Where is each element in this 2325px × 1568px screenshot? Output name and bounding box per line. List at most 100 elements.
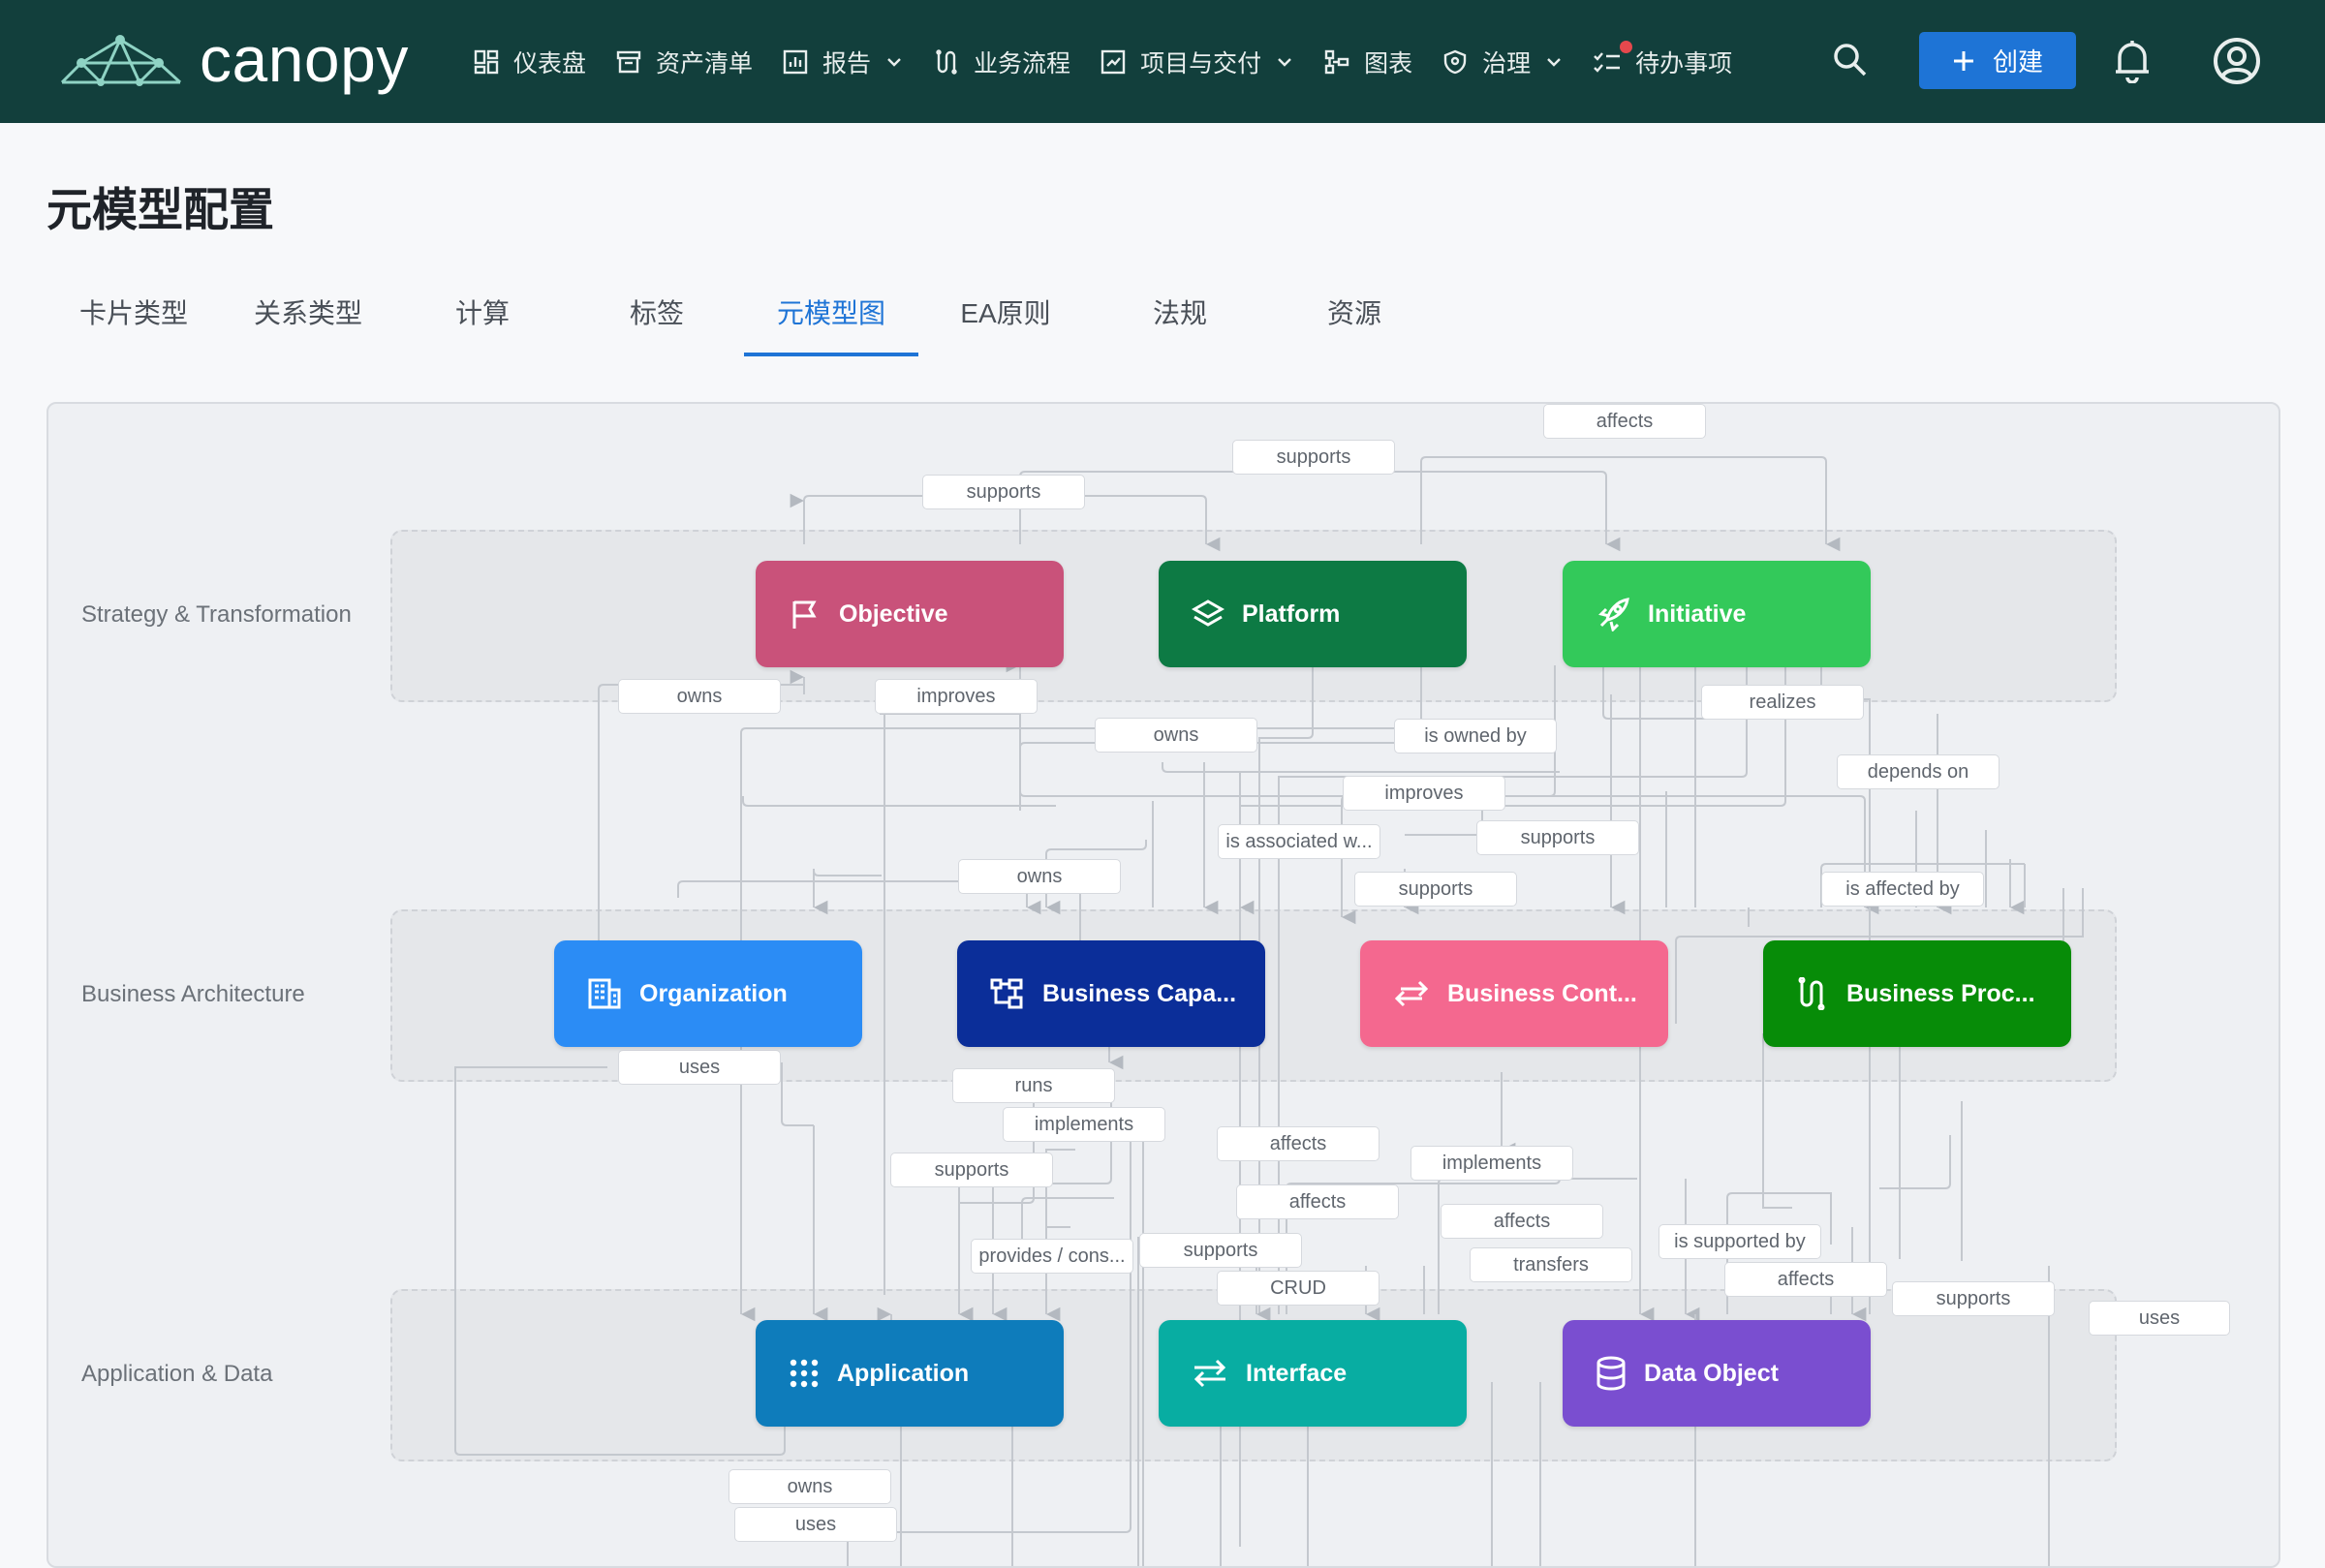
edge-label[interactable]: supports — [1892, 1281, 2055, 1316]
database-icon — [1596, 1356, 1626, 1391]
edge-label[interactable]: depends on — [1837, 754, 2000, 789]
node-label: Interface — [1246, 1359, 1348, 1387]
edge-label[interactable]: uses — [618, 1050, 781, 1085]
edge-label[interactable]: implements — [1410, 1146, 1573, 1181]
create-button[interactable]: 创建 — [1919, 32, 2076, 89]
edge-label[interactable]: implements — [1003, 1107, 1165, 1142]
tab-metamodel-graph[interactable]: 元模型图 — [744, 292, 918, 331]
canopy-logo-icon — [60, 35, 182, 86]
edge-label[interactable]: runs — [952, 1068, 1115, 1103]
node-platform[interactable]: Platform — [1159, 561, 1467, 667]
edge-label[interactable]: affects — [1441, 1204, 1603, 1239]
tab-tags[interactable]: 标签 — [570, 292, 744, 331]
node-organization[interactable]: Organization — [554, 940, 862, 1047]
metamodel-canvas[interactable]: Strategy & Transformation Business Archi… — [46, 402, 2280, 1568]
edge-label[interactable]: supports — [1139, 1233, 1302, 1268]
edge-label[interactable]: realizes — [1701, 685, 1864, 720]
edge-label[interactable]: supports — [922, 475, 1085, 509]
node-label: Objective — [839, 600, 948, 628]
nav-label: 业务流程 — [974, 49, 1071, 77]
nav-inventory[interactable]: 资产清单 — [615, 45, 753, 79]
archive-icon — [616, 50, 641, 73]
node-objective[interactable]: Objective — [756, 561, 1064, 667]
process-icon — [936, 48, 957, 75]
edge-label[interactable]: improves — [875, 679, 1038, 714]
diagram-icon — [1324, 49, 1349, 74]
edge-label[interactable]: improves — [1343, 776, 1505, 811]
todo-icon — [1594, 51, 1621, 73]
user-menu-button[interactable] — [2213, 37, 2261, 90]
nav-governance[interactable]: 治理 — [1442, 45, 1564, 79]
notification-dot — [1620, 40, 1633, 53]
edge-label[interactable]: supports — [1476, 820, 1639, 855]
building-icon — [588, 978, 621, 1009]
chevron-down-icon — [1278, 57, 1291, 67]
edge-label[interactable]: is associated w... — [1218, 824, 1380, 859]
nav-label: 治理 — [1482, 49, 1532, 77]
edge-label[interactable]: is supported by — [1658, 1224, 1821, 1259]
edge-label[interactable]: affects — [1236, 1184, 1399, 1219]
tab-card-types[interactable]: 卡片类型 — [46, 292, 221, 331]
project-icon — [1100, 49, 1126, 74]
edge-label[interactable]: owns — [728, 1469, 891, 1504]
nav-business-process[interactable]: 业务流程 — [933, 45, 1070, 79]
edge-label[interactable]: supports — [890, 1153, 1053, 1187]
edge-label[interactable]: is affected by — [1821, 872, 1984, 907]
tab-relation-types[interactable]: 关系类型 — [221, 292, 395, 331]
edge-label[interactable]: affects — [1217, 1126, 1380, 1161]
edge-label[interactable]: provides / cons... — [971, 1239, 1133, 1274]
tab-resources[interactable]: 资源 — [1267, 292, 1442, 331]
notifications-button[interactable] — [2114, 39, 2151, 88]
node-label: Business Proc... — [1846, 979, 2035, 1007]
nav-label: 报告 — [822, 49, 872, 77]
node-business-context[interactable]: Business Cont... — [1360, 940, 1668, 1047]
edge-label[interactable]: supports — [1354, 872, 1517, 907]
nav-label: 仪表盘 — [513, 49, 587, 77]
bell-icon — [2116, 41, 2149, 84]
edge-label[interactable]: owns — [1095, 718, 1257, 753]
edge-label[interactable]: affects — [1724, 1262, 1887, 1297]
tab-ea-principles[interactable]: EA原则 — [918, 292, 1093, 331]
nav-label: 资产清单 — [656, 49, 754, 77]
brand-name: canopy — [200, 23, 409, 95]
active-tab-indicator — [744, 353, 918, 356]
nav-diagrams[interactable]: 图表 — [1323, 45, 1412, 79]
chevron-down-icon — [887, 57, 901, 67]
nav-dashboard[interactable]: 仪表盘 — [473, 45, 586, 79]
plus-icon — [1953, 50, 1973, 71]
node-application[interactable]: Application — [756, 1320, 1064, 1427]
nav-todos[interactable]: 待办事项 — [1593, 40, 1732, 79]
edge-label[interactable]: affects — [1543, 404, 1706, 439]
edge-label[interactable]: owns — [618, 679, 781, 714]
flag-icon — [792, 600, 817, 629]
nav-label: 项目与交付 — [1140, 49, 1262, 77]
edge-label[interactable]: owns — [958, 859, 1121, 894]
edge-label[interactable]: CRUD — [1217, 1271, 1380, 1306]
node-label: Business Capa... — [1042, 979, 1237, 1007]
edge-label[interactable]: transfers — [1470, 1247, 1632, 1282]
page-title: 元模型配置 — [46, 184, 274, 235]
brand-logo[interactable]: canopy — [58, 27, 409, 91]
node-interface[interactable]: Interface — [1159, 1320, 1467, 1427]
node-business-process[interactable]: Business Proc... — [1763, 940, 2071, 1047]
node-label: Business Cont... — [1447, 979, 1637, 1007]
tab-regulations[interactable]: 法规 — [1093, 292, 1267, 331]
dashboard-icon — [474, 49, 499, 74]
process-icon — [1798, 977, 1825, 1010]
user-avatar-icon — [2214, 38, 2260, 84]
nav-projects[interactable]: 项目与交付 — [1100, 45, 1294, 79]
node-business-capability[interactable]: Business Capa... — [957, 940, 1265, 1047]
node-initiative[interactable]: Initiative — [1563, 561, 1871, 667]
node-data-object[interactable]: Data Object — [1563, 1320, 1871, 1427]
swap-icon — [1194, 1359, 1226, 1388]
grid-icon — [790, 1359, 819, 1388]
tab-calculations[interactable]: 计算 — [395, 292, 570, 331]
search-button[interactable] — [1831, 41, 1870, 84]
layers-icon — [1192, 600, 1224, 627]
edge-label[interactable]: is owned by — [1394, 719, 1557, 753]
edge-label[interactable]: uses — [2089, 1301, 2230, 1336]
shield-icon — [1443, 49, 1467, 74]
nav-reports[interactable]: 报告 — [782, 45, 904, 79]
edge-label[interactable]: uses — [734, 1507, 897, 1542]
edge-label[interactable]: supports — [1232, 440, 1395, 475]
